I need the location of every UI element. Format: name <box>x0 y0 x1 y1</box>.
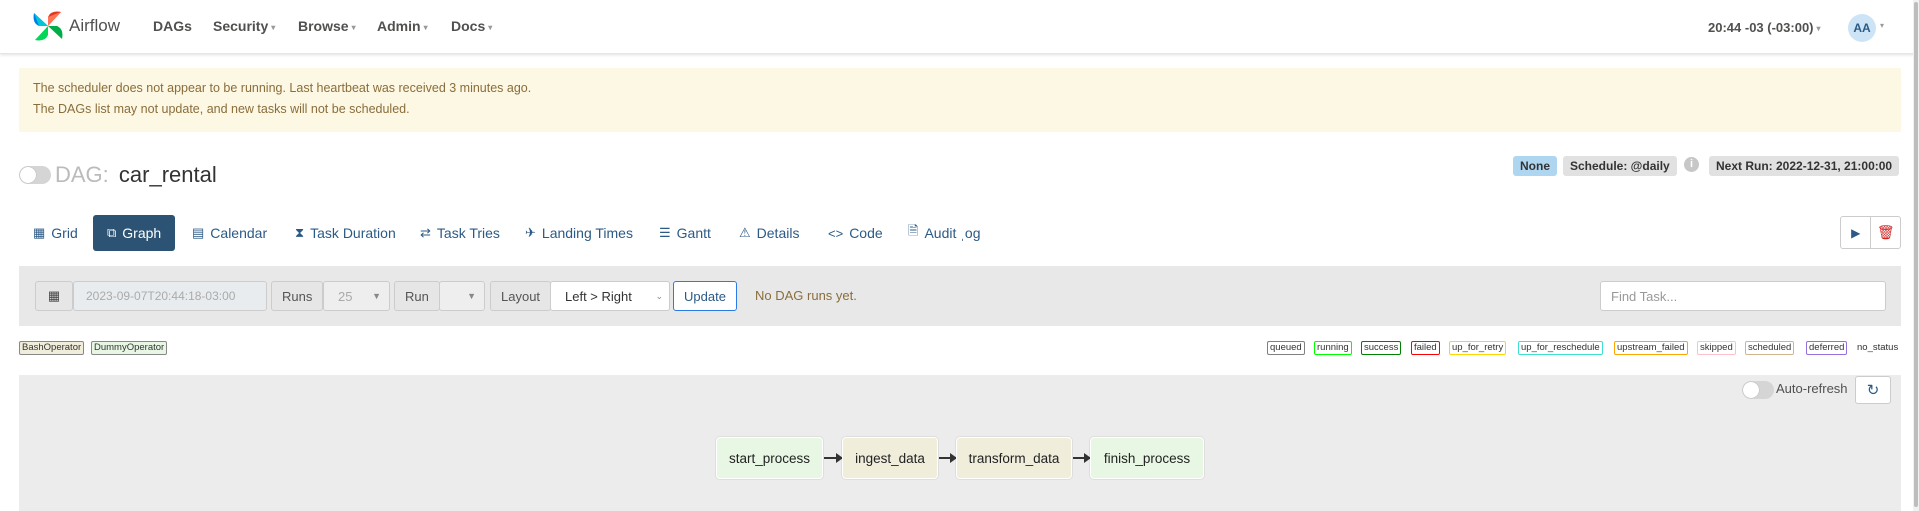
no-runs-message: No DAG runs yet. <box>755 288 857 303</box>
dag-title-prefix: DAG: <box>55 162 109 187</box>
runs-select[interactable]: 25 ▼ <box>323 281 390 311</box>
schedule-badge: Schedule: @daily <box>1563 156 1677 176</box>
legend-state-running: running <box>1314 341 1352 355</box>
alert-line-1: The scheduler does not appear to be runn… <box>33 81 532 95</box>
brand-name: Airflow <box>69 16 121 35</box>
landing-icon: ✈ <box>525 225 536 240</box>
legend-bash-operator: BashOperator <box>19 341 85 355</box>
legend-state-success: success <box>1361 341 1402 355</box>
tab-task-tries[interactable]: ⇄ Task Tries <box>420 215 500 251</box>
edge-arrow <box>824 453 843 463</box>
legend-state-skipped: skipped <box>1697 341 1736 355</box>
chevron-down-icon: ▼ <box>467 291 476 301</box>
grid-icon: ▦ <box>33 225 46 240</box>
hourglass-icon: ⧗ <box>295 225 305 240</box>
nav-admin[interactable]: Admin ▾ <box>377 18 428 34</box>
scrollbar-thumb[interactable] <box>1914 2 1918 507</box>
graph-icon: ⧉ <box>107 225 117 240</box>
find-task-input[interactable]: Find Task... <box>1600 281 1886 311</box>
refresh-icon: ↻ <box>1866 382 1880 399</box>
tab-grid[interactable]: ▦ Grid <box>33 215 78 251</box>
dag-actions: ▶ 🗑 <box>1840 216 1901 249</box>
caret-down-icon: ▾ <box>351 22 356 32</box>
audit-icon: 🗎 <box>908 223 919 238</box>
dag-name: car_rental <box>118 162 217 187</box>
task-node-ingest-data[interactable]: ingest_data <box>842 437 938 479</box>
legend-dummy-operator: DummyOperator <box>91 341 168 355</box>
legend-state-deferred: deferred <box>1806 341 1848 355</box>
dag-run-state-badge: None <box>1513 156 1557 176</box>
update-button[interactable]: Update <box>673 281 737 311</box>
tab-code[interactable]: <> Code <box>828 215 883 251</box>
nav-security[interactable]: Security ▾ <box>213 18 275 34</box>
calendar-icon: ▦ <box>47 288 61 303</box>
run-label: Run <box>394 281 440 311</box>
tab-details[interactable]: ⚠ Details <box>739 215 799 251</box>
user-avatar[interactable]: AA <box>1848 14 1876 42</box>
retry-icon: ⇄ <box>420 225 431 240</box>
runs-label: Runs <box>271 281 324 311</box>
edge-arrow <box>939 453 957 463</box>
task-node-start-process[interactable]: start_process <box>716 437 823 479</box>
caret-down-icon: ▾ <box>488 22 493 32</box>
legend-state-scheduled: scheduled <box>1745 341 1795 355</box>
tab-graph[interactable]: ⧉ Graph <box>93 215 176 251</box>
caret-down-icon: ▾ <box>1816 24 1821 34</box>
refresh-button[interactable]: ↻ <box>1855 376 1891 404</box>
page-title: DAG: car_rental <box>55 162 217 188</box>
trash-icon: 🗑 <box>1876 224 1895 240</box>
airflow-pinwheel-icon <box>33 11 63 41</box>
run-select[interactable]: ▼ <box>439 281 485 311</box>
legend-state-upstream-failed: upstream_failed <box>1614 341 1688 355</box>
play-icon: ▶ <box>1851 225 1861 240</box>
nav-dags[interactable]: DAGs <box>153 18 192 34</box>
tab-gantt[interactable]: ☰ Gantt <box>659 215 711 251</box>
chevron-down-icon: ▼ <box>372 291 381 301</box>
top-navbar: Airflow DAGs Security ▾ Browse ▾ Admin ▾ Do… <box>0 0 1919 54</box>
warning-icon: ⚠ <box>739 225 751 240</box>
caret-down-icon: ▾ <box>1880 21 1885 30</box>
tab-calendar[interactable]: ▤ Calendar <box>192 215 267 251</box>
calendar-icon: ▤ <box>192 225 205 240</box>
auto-refresh-label: Auto-refresh <box>1776 381 1848 396</box>
layout-select[interactable]: Left > Right ⌄ <box>550 281 670 311</box>
dag-pause-toggle[interactable] <box>19 166 51 184</box>
scheduler-warning-alert: The scheduler does not appear to be runn… <box>19 68 1901 132</box>
tab-landing-times[interactable]: ✈ Landing Times <box>525 215 633 251</box>
info-icon[interactable]: i <box>1684 157 1699 172</box>
legend-state-queued: queued <box>1267 341 1305 355</box>
timezone-clock[interactable]: 20:44 -03 (-03:00) ▾ <box>1708 20 1821 35</box>
legend-state-no-status: no_status <box>1857 342 1899 353</box>
layout-select-value: Left > Right <box>565 288 632 304</box>
chevron-down-icon: ⌄ <box>655 290 663 301</box>
tab-audit-log[interactable]: 🗎 Audit ˌog <box>908 215 981 251</box>
edge-arrow <box>1073 453 1091 463</box>
tab-task-duration[interactable]: ⧗ Task Duration <box>295 215 396 251</box>
runs-select-value: 25 <box>338 288 353 304</box>
date-picker-button[interactable]: ▦ <box>35 281 73 311</box>
code-icon: <> <box>828 225 844 241</box>
delete-dag-button[interactable]: 🗑 <box>1870 217 1900 248</box>
trigger-dag-button[interactable]: ▶ <box>1841 217 1870 248</box>
caret-down-icon: ▾ <box>423 22 428 32</box>
auto-refresh-toggle[interactable] <box>1742 381 1774 399</box>
nav-browse[interactable]: Browse ▾ <box>298 18 356 34</box>
alert-line-2: The DAGs list may not update, and new ta… <box>33 102 410 116</box>
base-date-input[interactable]: 2023-09-07T20:44:18-03:00 <box>73 281 267 311</box>
task-node-transform-data[interactable]: transform_data <box>956 437 1072 479</box>
task-node-finish-process[interactable]: finish_process <box>1090 437 1204 479</box>
legend-state-failed: failed <box>1411 341 1440 355</box>
gantt-icon: ☰ <box>659 225 671 240</box>
layout-label: Layout <box>490 281 552 311</box>
caret-down-icon: ▾ <box>271 22 276 32</box>
brand-logo-link[interactable]: Airflow <box>31 8 120 44</box>
next-run-badge: Next Run: 2022-12-31, 21:00:00 <box>1709 156 1900 176</box>
legend-state-up-for-reschedule: up_for_reschedule <box>1518 341 1603 355</box>
nav-docs[interactable]: Docs ▾ <box>451 18 492 34</box>
legend-state-up-for-retry: up_for_retry <box>1449 341 1507 355</box>
